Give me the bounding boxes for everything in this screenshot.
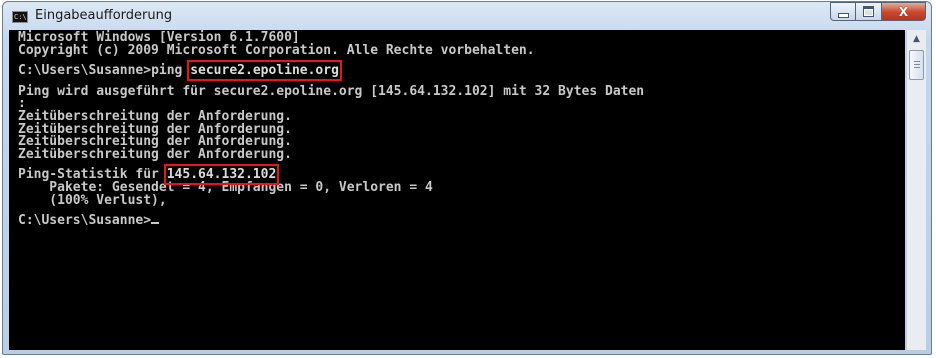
command-text: ping <box>151 63 191 79</box>
console-line: (100% Verlust), <box>18 192 167 208</box>
minimize-button[interactable] <box>830 2 856 21</box>
console-text: Microsoft Windows [Version 6.1.7600] Cop… <box>9 30 905 228</box>
text-cursor <box>151 222 160 225</box>
prompt: C:\Users\Susanne> <box>18 63 152 79</box>
window-title: Eingabeaufforderung <box>35 8 173 23</box>
scrollbar-thumb[interactable] <box>909 50 924 80</box>
console-window: C:\ Eingabeaufforderung X Microsoft Wind… <box>2 1 932 355</box>
highlighted-host: secure2.epoline.org <box>187 60 342 82</box>
caption-buttons: X <box>830 2 926 22</box>
scroll-up-arrow-icon[interactable]: ▲ <box>908 31 925 48</box>
vertical-scrollbar[interactable]: ▲ <box>906 30 926 350</box>
prompt: C:\Users\Susanne> <box>18 213 152 229</box>
minimize-icon <box>837 12 849 18</box>
maximize-icon <box>863 6 874 17</box>
console-output[interactable]: Microsoft Windows [Version 6.1.7600] Cop… <box>9 30 905 350</box>
console-line: Ping wird ausgeführt für secure2.epoline… <box>18 83 645 99</box>
close-icon: X <box>898 4 909 19</box>
console-line: Copyright (c) 2009 Microsoft Corporation… <box>18 42 535 58</box>
console-line: Zeitüberschreitung der Anforderung. <box>18 146 292 162</box>
close-button[interactable]: X <box>882 2 926 21</box>
console-app-icon[interactable]: C:\ <box>12 11 28 23</box>
maximize-button[interactable] <box>856 2 882 21</box>
thumb-grip <box>914 61 920 69</box>
title-bar[interactable]: C:\ Eingabeaufforderung X <box>3 2 931 30</box>
